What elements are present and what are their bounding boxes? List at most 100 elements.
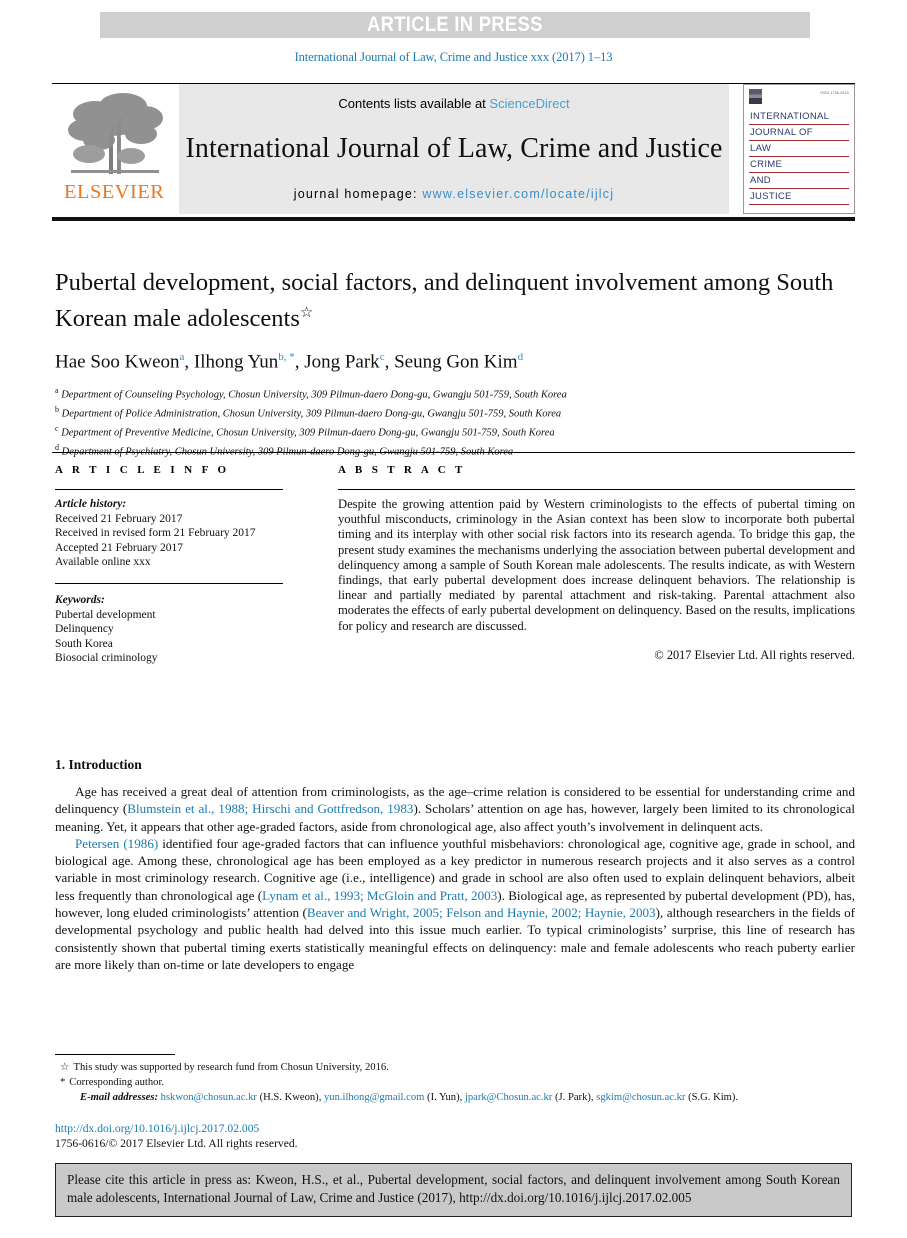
footnote-corresponding: * Corresponding author. <box>60 1075 855 1090</box>
journal-title: International Journal of Law, Crime and … <box>185 133 723 164</box>
affiliation-0-text: Department of Counseling Psychology, Cho… <box>61 389 567 401</box>
contents-prefix: Contents lists available at <box>338 96 490 111</box>
body-text: Age has received a great deal of attenti… <box>55 783 855 973</box>
affiliation-row: c Department of Preventive Medicine, Cho… <box>55 422 855 441</box>
cover-issn-text: ISSN 1756-0616 <box>820 91 849 95</box>
affiliation-row: a Department of Counseling Psychology, C… <box>55 384 855 403</box>
affiliation-row: b Department of Police Administration, C… <box>55 403 855 422</box>
footnote-funding-text: This study was supported by research fun… <box>73 1062 389 1073</box>
journal-article-page: ARTICLE IN PRESS International Journal o… <box>0 0 907 1238</box>
email-0-person: (H.S. Kweon) <box>259 1092 319 1103</box>
author-0: Hae Soo Kweon <box>55 351 180 373</box>
paragraph-1: Age has received a great deal of attenti… <box>55 783 855 835</box>
abstract-column: Despite the growing attention paid by We… <box>338 497 855 663</box>
article-history-1: Received in revised form 21 February 201… <box>55 527 256 540</box>
info-abstract-divider <box>52 452 855 453</box>
doi-link[interactable]: http://dx.doi.org/10.1016/j.ijlcj.2017.0… <box>55 1122 298 1137</box>
cover-line-4: AND <box>749 173 849 189</box>
footnote-corresponding-text: Corresponding author. <box>69 1077 165 1088</box>
keyword-0: Pubertal development <box>55 608 156 621</box>
author-3-sup: d <box>517 351 524 364</box>
email-0[interactable]: hskwon@chosun.ac.kr <box>161 1092 257 1103</box>
cover-line-1: JOURNAL OF <box>749 125 849 141</box>
article-in-press-banner: ARTICLE IN PRESS <box>100 12 810 38</box>
footnote-block: ☆ This study was supported by research fu… <box>60 1060 855 1105</box>
article-history-3: Available online xxx <box>55 556 151 569</box>
article-history-2: Accepted 21 February 2017 <box>55 541 184 554</box>
journal-homepage-line: journal homepage: www.elsevier.com/locat… <box>294 187 614 201</box>
article-history-label: Article history: <box>55 498 127 510</box>
cover-emblem-icon <box>749 89 762 104</box>
elsevier-wordmark: ELSEVIER <box>64 181 165 203</box>
homepage-label: journal homepage: <box>293 187 423 201</box>
publisher-logo: ELSEVIER <box>52 84 177 214</box>
article-info-column: Article history: Received 21 February 20… <box>55 497 295 666</box>
keyword-2: South Korea <box>55 637 113 650</box>
email-2[interactable]: jpark@Chosun.ac.kr <box>465 1092 552 1103</box>
email-2-person: (J. Park) <box>555 1092 591 1103</box>
email-3-person: (S.G. Kim) <box>688 1092 736 1103</box>
affiliation-list: a Department of Counseling Psychology, C… <box>55 384 855 460</box>
affiliation-1-label: b <box>55 405 59 415</box>
footnote-divider <box>55 1054 175 1055</box>
keyword-3: Biosocial criminology <box>55 652 158 665</box>
p2-citation-1[interactable]: Petersen (1986) <box>75 836 158 851</box>
masthead-center: Contents lists available at ScienceDirec… <box>179 84 729 214</box>
elsevier-tree-icon <box>67 93 163 174</box>
doi-block: http://dx.doi.org/10.1016/j.ijlcj.2017.0… <box>55 1122 298 1152</box>
abstract-text: Despite the growing attention paid by We… <box>338 497 855 633</box>
affiliation-2-label: c <box>55 424 59 434</box>
article-history-0: Received 21 February 2017 <box>55 512 183 525</box>
article-info-heading: A R T I C L E I N F O <box>55 464 230 476</box>
masthead-bottom-rule <box>52 217 855 221</box>
p2-citation-3[interactable]: Beaver and Wright, 2005; Felson and Hayn… <box>307 905 656 920</box>
author-2-sup: c <box>379 351 385 364</box>
cover-line-0: INTERNATIONAL <box>749 109 849 125</box>
abstract-heading: A B S T R A C T <box>338 464 466 476</box>
paper-title-text: Pubertal development, social factors, an… <box>55 269 834 333</box>
affiliation-2-text: Department of Preventive Medicine, Chosu… <box>61 427 555 439</box>
abstract-copyright: © 2017 Elsevier Ltd. All rights reserved… <box>654 647 855 662</box>
keywords-divider <box>55 582 283 584</box>
article-info-rule <box>55 489 283 490</box>
affiliation-3-label: d <box>55 443 59 453</box>
author-list: Hae Soo Kweona, Ilhong Yunb, *, Jong Par… <box>55 351 524 373</box>
page-title: Pubertal development, social factors, an… <box>55 268 855 334</box>
sciencedirect-link[interactable]: ScienceDirect <box>489 96 569 111</box>
author-1-sup: b, * <box>278 351 295 364</box>
issn-copyright-line: 1756-0616/© 2017 Elsevier Ltd. All right… <box>55 1136 298 1150</box>
p2-citation-2[interactable]: Lynam et al., 1993; McGloin and Pratt, 2… <box>262 888 497 903</box>
journal-cover-thumbnail: ISSN 1756-0616 INTERNATIONAL JOURNAL OF … <box>743 84 855 214</box>
contents-available-line: Contents lists available at ScienceDirec… <box>338 96 569 111</box>
email-label: E-mail addresses: <box>80 1092 158 1103</box>
email-1[interactable]: yun.ilhong@gmail.com <box>324 1092 424 1103</box>
cover-header: ISSN 1756-0616 <box>749 89 849 109</box>
footnote-star-marker: ☆ <box>60 1062 70 1073</box>
author-1: Ilhong Yun <box>193 351 279 373</box>
masthead-body: ELSEVIER Contents lists available at Sci… <box>52 84 855 214</box>
cover-line-2: LAW <box>749 141 849 157</box>
article-in-press-label: ARTICLE IN PRESS <box>367 13 543 36</box>
email-addresses-line: E-mail addresses: hskwon@chosun.ac.kr (H… <box>80 1092 739 1103</box>
email-3[interactable]: sgkim@chosun.ac.kr <box>596 1092 685 1103</box>
title-block: Pubertal development, social factors, an… <box>55 268 855 460</box>
cover-spacer <box>749 205 849 209</box>
cover-line-5: JUSTICE <box>749 189 849 205</box>
abstract-rule <box>338 489 855 490</box>
author-3: Seung Gon Kim <box>394 351 518 373</box>
author-0-sup: a <box>179 351 185 364</box>
email-1-person: (I. Yun) <box>427 1092 460 1103</box>
title-footnote-marker: ☆ <box>299 305 314 321</box>
affiliation-row: d Department of Psychiatry, Chosun Unive… <box>55 441 855 460</box>
journal-masthead: ELSEVIER Contents lists available at Sci… <box>52 83 855 221</box>
keyword-1: Delinquency <box>55 623 114 636</box>
affiliation-0-label: a <box>55 386 59 396</box>
keywords-label: Keywords: <box>55 593 105 606</box>
running-head: International Journal of Law, Crime and … <box>294 50 613 64</box>
affiliation-1-text: Department of Police Administration, Cho… <box>61 408 562 420</box>
homepage-url-link[interactable]: www.elsevier.com/locate/ijlcj <box>422 187 614 201</box>
footnote-funding: ☆ This study was supported by research fu… <box>60 1060 855 1075</box>
citation-notice-text: Please cite this article in press as: Kw… <box>67 1172 840 1205</box>
section-title-introduction: 1. Introduction <box>55 757 142 772</box>
p1-citation[interactable]: Blumstein et al., 1988; Hirschi and Gott… <box>127 801 413 816</box>
